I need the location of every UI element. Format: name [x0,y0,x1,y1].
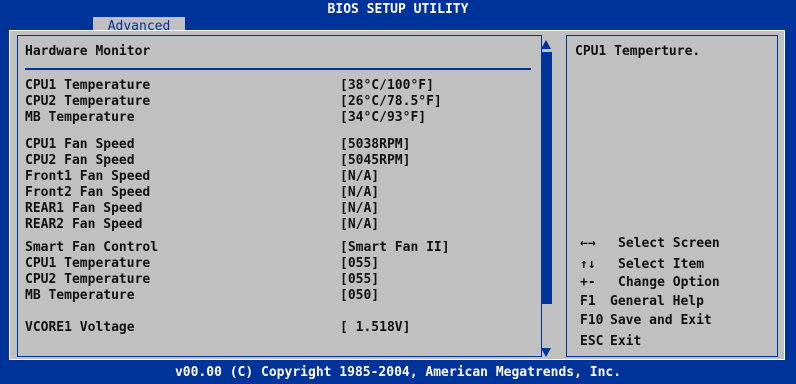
scrollbar-thumb[interactable] [541,52,552,304]
row-rear2-fan-label[interactable]: REAR2 Fan Speed [25,217,142,233]
scrollbar[interactable] [541,40,552,358]
row-smart-fan-value[interactable]: [Smart Fan II] [340,240,450,256]
legend-select-item: Select Item [618,257,705,272]
legend-key-plus-minus: +- [580,275,596,290]
row-front2-fan-value: [N/A] [340,185,380,200]
row-cpu1-fan-label[interactable]: CPU1 Fan Speed [25,137,135,153]
row-front2-fan-label[interactable]: Front2 Fan Speed [25,185,150,201]
help-text: CPU1 Temperture. [575,44,701,59]
section-divider [25,68,531,70]
row-sf-cpu2-value[interactable]: [055] [340,272,379,288]
row-cpu2-temp-label[interactable]: CPU2 Temperature [25,94,150,110]
legend-save-exit: Save and Exit [610,313,712,328]
row-cpu1-temp-value: [38°C/100°F] [340,78,434,93]
legend-general-help: General Help [610,294,704,309]
scroll-down-arrow-icon[interactable] [541,348,551,357]
row-cpu2-temp-value: [26°C/78.5°F] [340,94,442,109]
scroll-up-arrow-icon[interactable] [541,40,551,49]
row-sf-cpu2-label[interactable]: CPU2 Temperature [25,272,150,288]
legend-key-f10: F10 [580,313,604,328]
row-cpu1-temp-label[interactable]: CPU1 Temperature [25,78,150,94]
row-mb-temp-value: [34°C/93°F] [340,110,427,125]
row-sf-cpu1-label[interactable]: CPU1 Temperature [25,256,150,272]
up-down-arrows-icon: ↑↓ [580,257,596,272]
main-panel: Hardware Monitor CPU1 Temperature [38°C/… [9,30,785,360]
row-cpu1-fan-value: [5038RPM] [340,137,411,152]
legend-select-screen: Select Screen [618,236,720,251]
row-front1-fan-label[interactable]: Front1 Fan Speed [25,169,150,185]
legend-key-esc: ESC [580,334,604,349]
row-front1-fan-value: [N/A] [340,169,380,184]
row-sf-cpu1-value[interactable]: [055] [340,256,379,272]
row-cpu2-fan-value: [5045RPM] [340,153,411,168]
row-vcore-label[interactable]: VCORE1 Voltage [25,320,135,336]
row-rear2-fan-value: [N/A] [340,217,380,232]
row-rear1-fan-value: [N/A] [340,201,380,216]
row-sf-mb-value[interactable]: [050] [340,288,379,304]
legend-key-f1: F1 [580,294,596,309]
bios-screen: BIOS SETUP UTILITY Advanced Hardware Mon… [0,0,796,384]
copyright-footer: v00.00 (C) Copyright 1985-2004, American… [174,365,622,380]
row-smart-fan-label[interactable]: Smart Fan Control [25,240,158,256]
row-vcore-value: [ 1.518V] [340,320,411,335]
row-sf-mb-label[interactable]: MB Temperature [25,288,135,304]
legend-exit: Exit [610,334,642,349]
legend-change-option: Change Option [618,275,720,290]
row-mb-temp-label[interactable]: MB Temperature [25,110,135,126]
row-rear1-fan-label[interactable]: REAR1 Fan Speed [25,201,142,217]
left-right-arrows-icon: ←→ [580,236,596,251]
row-cpu2-fan-label[interactable]: CPU2 Fan Speed [25,153,135,169]
section-title: Hardware Monitor [25,44,151,59]
